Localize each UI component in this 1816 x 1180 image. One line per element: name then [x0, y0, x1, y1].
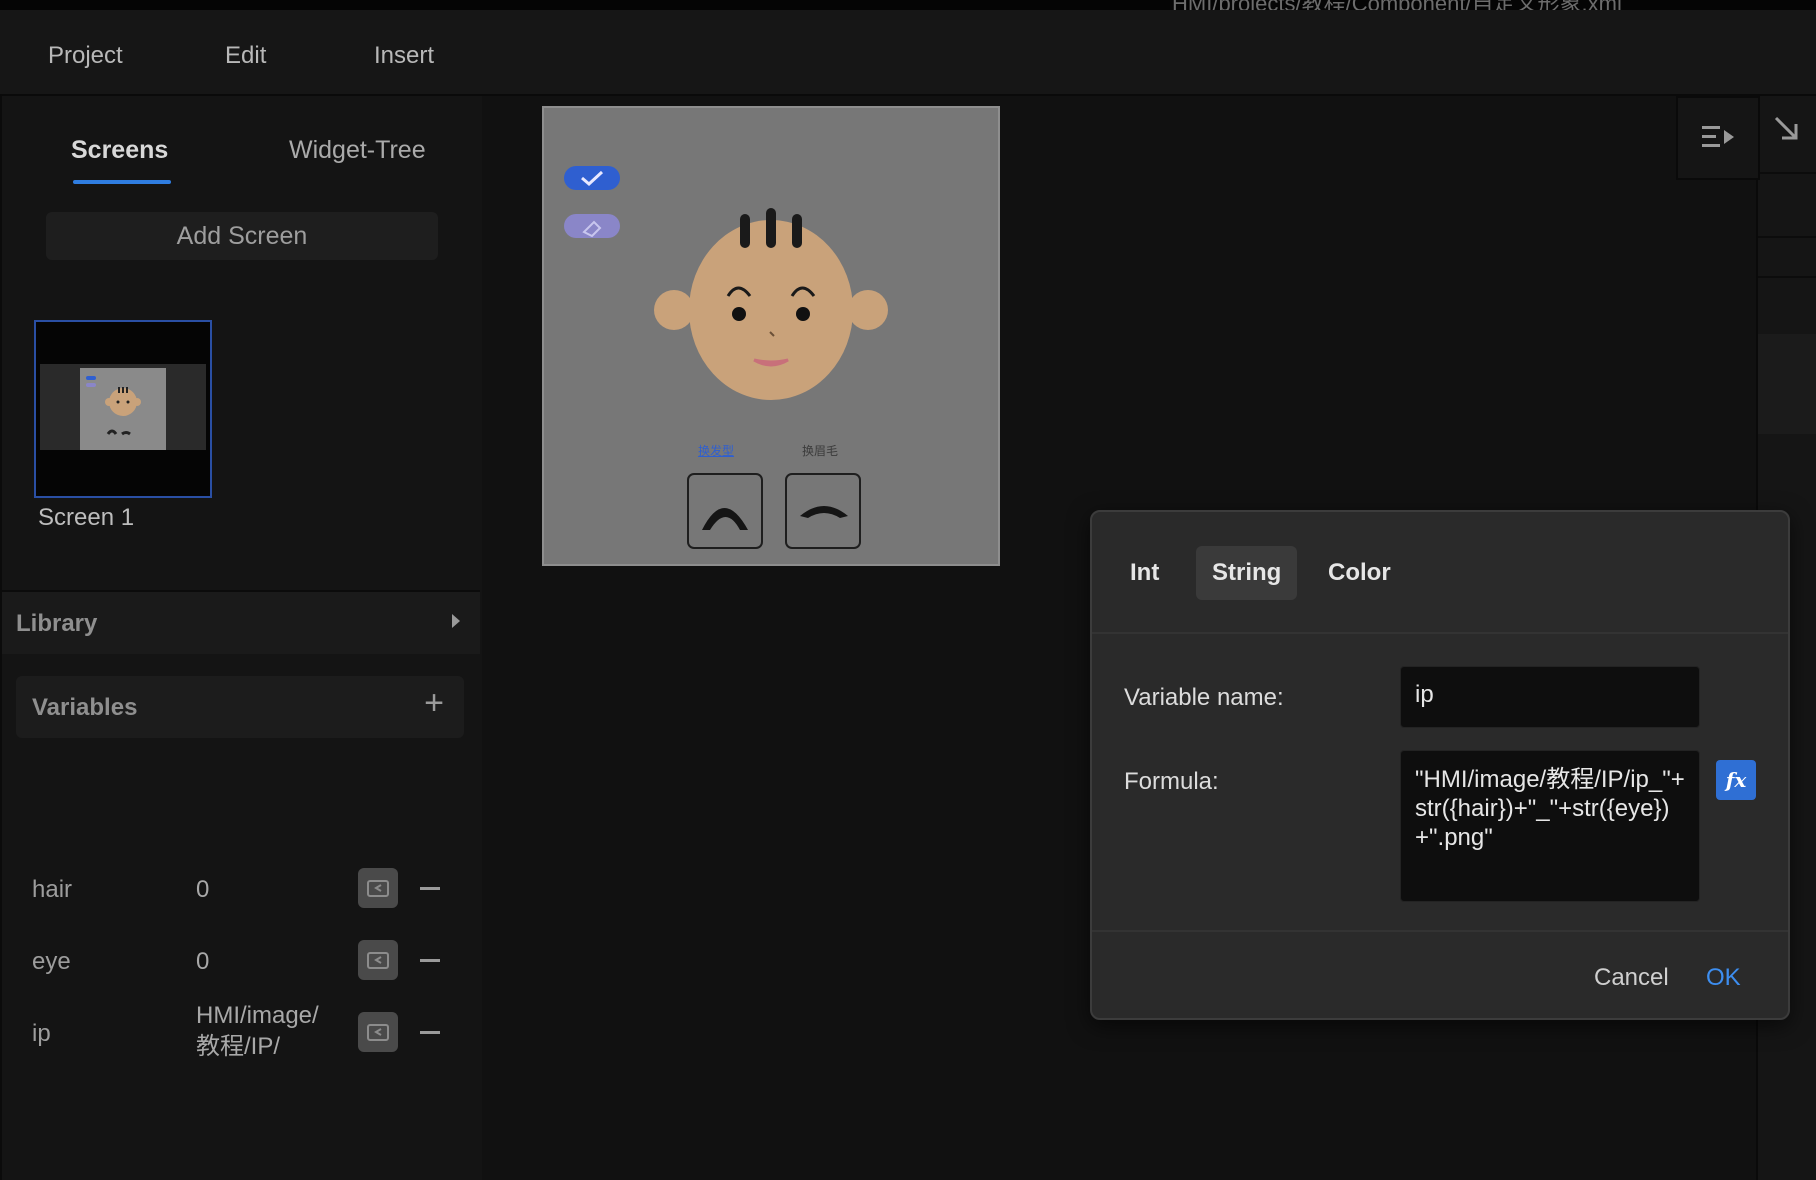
- variable-value-hair[interactable]: 0: [196, 874, 209, 905]
- folder-link-icon[interactable]: [358, 1012, 398, 1052]
- variable-name-hair: hair: [32, 876, 73, 903]
- variable-name-field[interactable]: ip: [1400, 666, 1700, 728]
- screen-label[interactable]: Screen 1: [38, 504, 134, 532]
- arrow-down-right-icon[interactable]: [1772, 114, 1802, 144]
- variable-type-dialog: Int String Color Variable name: ip Formu…: [1090, 510, 1790, 1020]
- thumbnail-canvas: [80, 368, 166, 450]
- tab-string[interactable]: String: [1196, 546, 1298, 600]
- remove-variable-button[interactable]: [420, 887, 440, 890]
- remove-variable-button[interactable]: [420, 959, 440, 962]
- tab-int-label: Int: [1130, 559, 1160, 586]
- variable-name-eye: eye: [32, 948, 71, 975]
- variable-name-ip: ip: [32, 1020, 51, 1047]
- panel-toggle-icon: [1702, 126, 1734, 147]
- variable-value-ip[interactable]: HMI/image/ 教程/IP/: [196, 1000, 319, 1062]
- chevron-right-icon: [452, 614, 460, 628]
- variable-name-label: Variable name:: [1124, 684, 1284, 711]
- ok-button[interactable]: OK: [1706, 964, 1741, 992]
- title-bar: HMI/projects/教程/Component/自定义形象.xml: [0, 0, 1816, 10]
- tab-widget-tree[interactable]: Widget-Tree: [289, 136, 426, 165]
- function-button[interactable]: fx: [1716, 760, 1756, 800]
- tab-int[interactable]: Int: [1114, 546, 1175, 600]
- fx-icon: fx: [1725, 768, 1747, 792]
- variable-value-eye[interactable]: 0: [196, 946, 209, 977]
- divider: [1092, 930, 1788, 932]
- screen-thumbnail[interactable]: [34, 320, 212, 498]
- menu-edit[interactable]: Edit: [225, 42, 266, 70]
- option-label-brow[interactable]: 换眉毛: [802, 442, 838, 459]
- window-title: HMI/projects/教程/Component/自定义形象.xml: [1172, 0, 1622, 10]
- add-variable-button[interactable]: +: [424, 684, 444, 723]
- thumbnail-backdrop: [40, 364, 206, 450]
- library-label: Library: [16, 610, 98, 637]
- menu-insert[interactable]: Insert: [374, 42, 434, 70]
- thumbnail-preview-icon: [86, 376, 141, 436]
- divider: [1092, 632, 1788, 634]
- add-screen-label: Add Screen: [176, 221, 308, 250]
- menu-project[interactable]: Project: [48, 42, 123, 70]
- formula-label: Formula:: [1124, 768, 1219, 795]
- tab-screens[interactable]: Screens: [71, 136, 168, 165]
- folder-link-icon[interactable]: [358, 940, 398, 980]
- remove-variable-button[interactable]: [420, 1031, 440, 1034]
- cancel-button[interactable]: Cancel: [1594, 964, 1669, 992]
- character-preview: [564, 166, 888, 549]
- eraser-icon: [564, 214, 620, 238]
- menu-bar: Project Edit Insert: [0, 10, 1816, 96]
- checkmark-icon: [564, 166, 620, 190]
- artboard-screen-preview[interactable]: 换发型 换眉毛: [542, 106, 1000, 566]
- formula-field[interactable]: "HMI/image/教程/IP/ip_"+str({hair})+"_"+st…: [1400, 750, 1700, 902]
- tab-color[interactable]: Color: [1312, 546, 1407, 600]
- tab-string-label: String: [1212, 559, 1282, 586]
- active-tab-indicator: [73, 180, 171, 184]
- library-section-header[interactable]: Library: [2, 592, 480, 654]
- folder-link-icon[interactable]: [358, 868, 398, 908]
- tab-color-label: Color: [1328, 559, 1391, 586]
- variables-section-header: Variables +: [16, 676, 464, 738]
- variables-label: Variables: [32, 694, 138, 721]
- panel-toggle-button[interactable]: [1676, 96, 1760, 180]
- option-label-hair[interactable]: 换发型: [698, 442, 734, 459]
- add-screen-button[interactable]: Add Screen: [46, 212, 438, 260]
